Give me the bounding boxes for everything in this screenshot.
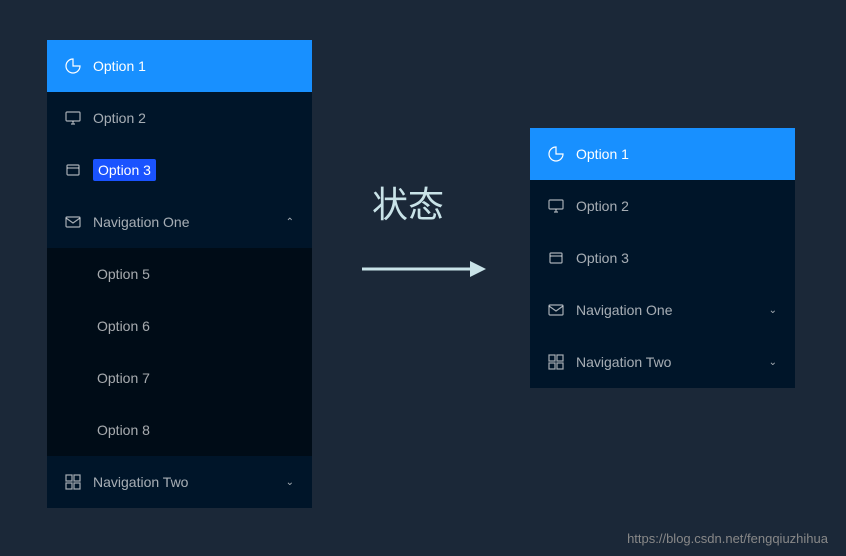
menu-item-option-1[interactable]: Option 1 bbox=[530, 128, 795, 180]
menu-item-label: Navigation One bbox=[576, 302, 673, 318]
menu-item-label: Option 2 bbox=[93, 110, 146, 126]
menu-item-navigation-one[interactable]: Navigation One ⌄ bbox=[530, 284, 795, 336]
menu-item-navigation-one[interactable]: Navigation One ⌃ bbox=[47, 196, 312, 248]
menu-item-label: Option 1 bbox=[93, 58, 146, 74]
pie-icon bbox=[65, 58, 81, 74]
menu-item-label: Option 3 bbox=[93, 159, 156, 181]
arrow-right-icon bbox=[360, 258, 488, 280]
menu-item-navigation-two[interactable]: Navigation Two ⌄ bbox=[530, 336, 795, 388]
submenu-navigation-one: Option 5 Option 6 Option 7 Option 8 bbox=[47, 248, 312, 456]
submenu-item-label: Option 6 bbox=[97, 318, 150, 334]
chevron-down-icon: ⌄ bbox=[769, 305, 777, 316]
menu-item-label: Navigation Two bbox=[576, 354, 671, 370]
menu-item-label: Option 3 bbox=[576, 250, 629, 266]
state-label: 状态 bbox=[372, 176, 444, 228]
menu-item-option-3[interactable]: Option 3 bbox=[530, 232, 795, 284]
box-icon bbox=[548, 250, 564, 266]
chevron-down-icon: ⌄ bbox=[769, 357, 777, 368]
submenu-item-option-7[interactable]: Option 7 bbox=[47, 352, 312, 404]
submenu-item-label: Option 7 bbox=[97, 370, 150, 386]
submenu-item-option-6[interactable]: Option 6 bbox=[47, 300, 312, 352]
mail-icon bbox=[65, 214, 81, 230]
menu-item-option-1[interactable]: Option 1 bbox=[47, 40, 312, 92]
monitor-icon bbox=[65, 110, 81, 126]
menu-item-label: Option 2 bbox=[576, 198, 629, 214]
monitor-icon bbox=[548, 198, 564, 214]
menu-item-option-2[interactable]: Option 2 bbox=[47, 92, 312, 144]
grid-icon bbox=[65, 474, 81, 490]
menu-item-option-3[interactable]: Option 3 bbox=[47, 144, 312, 196]
menu-item-label: Option 1 bbox=[576, 146, 629, 162]
menu-right: Option 1 Option 2 Option 3 Navigation On… bbox=[530, 128, 795, 388]
mail-icon bbox=[548, 302, 564, 318]
chevron-down-icon: ⌄ bbox=[286, 477, 294, 488]
watermark-text: https://blog.csdn.net/fengqiuzhihua bbox=[627, 531, 828, 546]
box-icon bbox=[65, 162, 81, 178]
menu-item-navigation-two[interactable]: Navigation Two ⌄ bbox=[47, 456, 312, 508]
submenu-item-label: Option 8 bbox=[97, 422, 150, 438]
menu-left: Option 1 Option 2 Option 3 Navigation On… bbox=[47, 40, 312, 508]
submenu-item-label: Option 5 bbox=[97, 266, 150, 282]
chevron-up-icon: ⌃ bbox=[286, 217, 294, 228]
menu-item-option-2[interactable]: Option 2 bbox=[530, 180, 795, 232]
menu-item-label: Navigation Two bbox=[93, 474, 188, 490]
grid-icon bbox=[548, 354, 564, 370]
pie-icon bbox=[548, 146, 564, 162]
menu-item-label: Navigation One bbox=[93, 214, 190, 230]
submenu-item-option-8[interactable]: Option 8 bbox=[47, 404, 312, 456]
submenu-item-option-5[interactable]: Option 5 bbox=[47, 248, 312, 300]
